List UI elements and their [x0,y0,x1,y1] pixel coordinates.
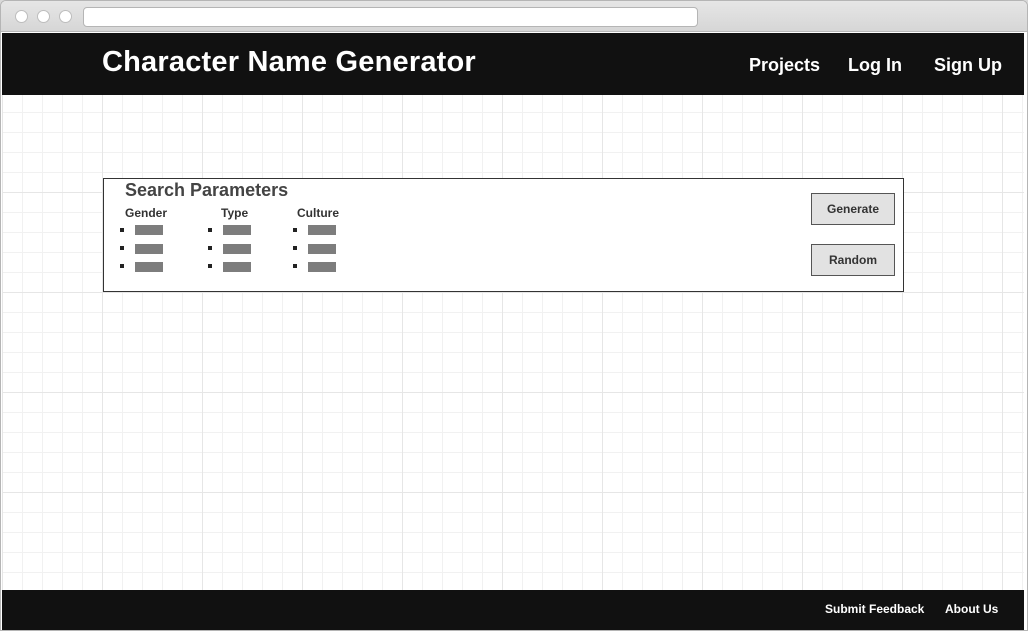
browser-titlebar [1,1,1027,32]
gender-option[interactable] [135,244,163,254]
bullet-icon [120,246,124,250]
culture-heading: Culture [297,206,339,220]
app-title: Character Name Generator [102,46,476,78]
address-bar[interactable] [83,7,698,27]
submit-feedback-link[interactable]: Submit Feedback [825,602,924,616]
generate-button[interactable]: Generate [811,193,895,225]
nav-log-in[interactable]: Log In [848,55,902,76]
type-option[interactable] [223,262,251,272]
main-content: Search Parameters Gender Type Culture Ge… [2,95,1024,590]
type-option[interactable] [223,244,251,254]
browser-window: Character Name Generator Projects Log In… [0,0,1028,631]
type-option[interactable] [223,225,251,235]
panel-title: Search Parameters [125,180,289,200]
site-footer: Submit Feedback About Us [2,590,1024,630]
culture-option[interactable] [308,225,336,235]
bullet-icon [293,246,297,250]
maximize-window-icon[interactable] [59,10,72,23]
nav-sign-up[interactable]: Sign Up [934,55,1002,76]
bullet-icon [293,228,297,232]
bullet-icon [120,264,124,268]
nav-projects[interactable]: Projects [749,55,820,76]
site-header: Character Name Generator Projects Log In… [2,33,1024,95]
culture-option[interactable] [308,244,336,254]
gender-heading: Gender [125,206,168,220]
bullet-icon [293,264,297,268]
close-window-icon[interactable] [15,10,28,23]
bullet-icon [120,228,124,232]
bullet-icon [208,228,212,232]
culture-option[interactable] [308,262,336,272]
bullet-icon [208,264,212,268]
search-parameters-panel: Search Parameters Gender Type Culture Ge… [103,178,904,292]
gender-option[interactable] [135,225,163,235]
minimize-window-icon[interactable] [37,10,50,23]
gender-option[interactable] [135,262,163,272]
bullet-icon [208,246,212,250]
random-button[interactable]: Random [811,244,895,276]
about-us-link[interactable]: About Us [945,602,998,616]
type-heading: Type [221,206,249,220]
